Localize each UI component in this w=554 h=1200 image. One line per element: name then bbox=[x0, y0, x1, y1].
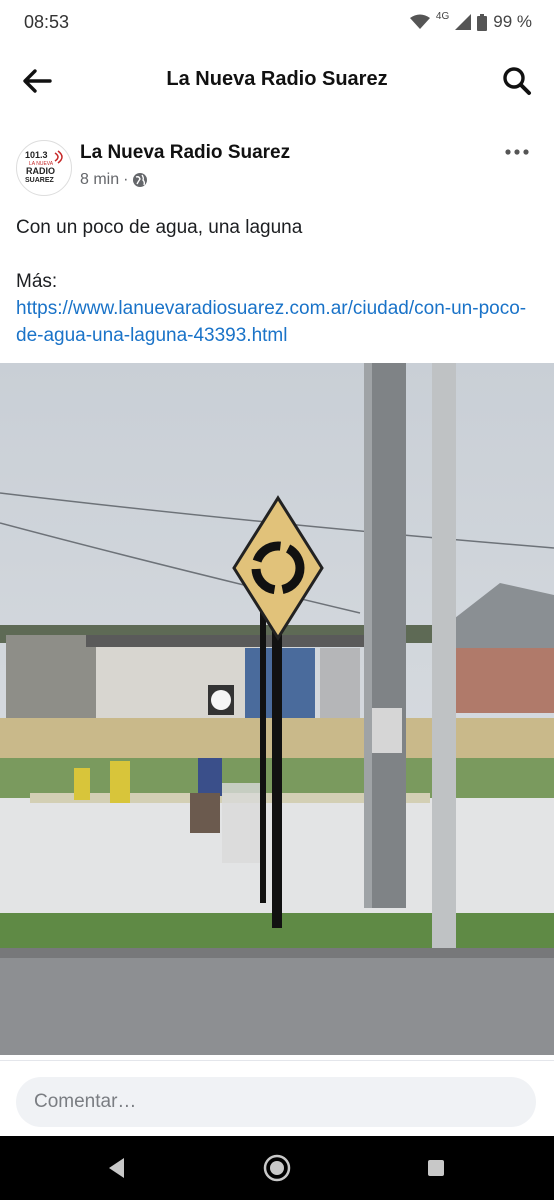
comment-input[interactable] bbox=[16, 1077, 536, 1127]
more-options-button[interactable] bbox=[502, 144, 532, 160]
globe-icon bbox=[133, 173, 148, 187]
post-link[interactable]: https://www.lanuevaradiosuarez.com.ar/ci… bbox=[16, 298, 526, 346]
nav-home-button[interactable] bbox=[263, 1154, 291, 1182]
more-label: Más: bbox=[16, 271, 58, 292]
signal-icon bbox=[455, 14, 472, 30]
roundabout-sign-photo bbox=[0, 363, 554, 1055]
nav-recents-button[interactable] bbox=[422, 1154, 450, 1182]
post-time[interactable]: 8 min bbox=[80, 171, 119, 189]
page-header: La Nueva Radio Suarez bbox=[0, 46, 554, 114]
post-meta: 8 min · bbox=[80, 171, 148, 189]
page-name[interactable]: La Nueva Radio Suarez bbox=[80, 142, 290, 164]
logo-frequency: 101.3 bbox=[25, 150, 48, 160]
nav-back-button[interactable] bbox=[104, 1154, 132, 1182]
status-icons: 4G 99 % bbox=[409, 10, 532, 32]
search-icon bbox=[503, 67, 531, 95]
battery-icon bbox=[477, 13, 488, 31]
comment-area bbox=[0, 1060, 554, 1137]
post-text: Con un poco de agua, una laguna bbox=[16, 217, 303, 238]
system-nav-bar bbox=[0, 1136, 554, 1200]
logo-line4: SUAREZ bbox=[25, 177, 55, 184]
status-time: 08:53 bbox=[24, 12, 70, 32]
circle-home-icon bbox=[263, 1154, 291, 1182]
post-body: Con un poco de agua, una laguna Más: htt… bbox=[16, 214, 536, 349]
avatar[interactable]: 101.3 LA NUEVA RADIO SUAREZ bbox=[16, 140, 72, 196]
status-bar: 08:53 4G 99 % bbox=[0, 0, 554, 46]
square-recents-icon bbox=[428, 1160, 444, 1176]
post-photo[interactable] bbox=[0, 363, 554, 1055]
page-title: La Nueva Radio Suarez bbox=[166, 68, 388, 90]
meta-separator: · bbox=[123, 171, 129, 188]
radio-logo: 101.3 LA NUEVA RADIO SUAREZ bbox=[25, 150, 63, 184]
wifi-icon bbox=[409, 14, 430, 29]
battery-level: 99 % bbox=[493, 12, 532, 31]
post-header: 101.3 LA NUEVA RADIO SUAREZ La Nueva Rad… bbox=[0, 130, 554, 200]
more-dots-icon bbox=[505, 149, 529, 155]
search-button[interactable] bbox=[500, 64, 534, 98]
network-type: 4G bbox=[435, 10, 450, 22]
logo-line3: RADIO bbox=[26, 166, 55, 176]
triangle-back-icon bbox=[109, 1158, 124, 1178]
